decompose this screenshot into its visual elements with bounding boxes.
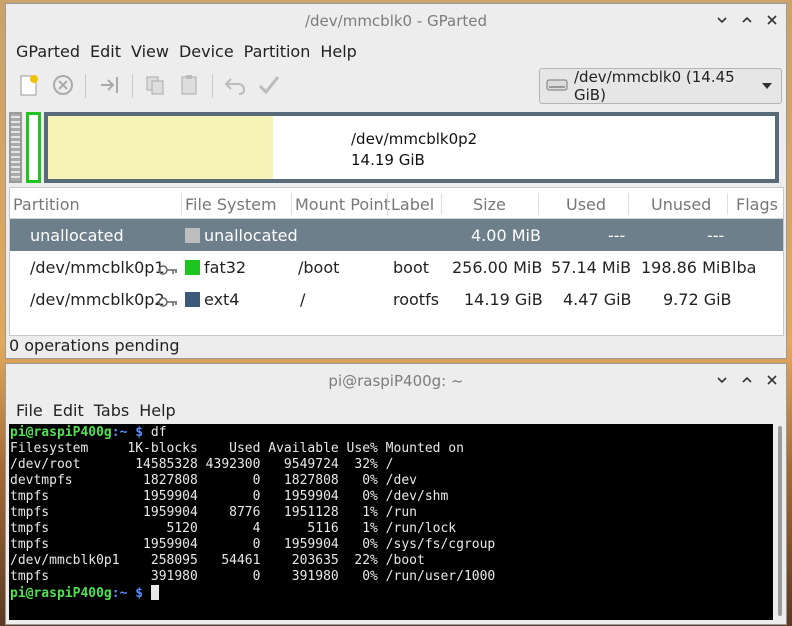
terminal-titlebar[interactable]: pi@raspiP400g: ~ (6, 364, 786, 397)
menu-partition[interactable]: Partition (239, 42, 316, 61)
maximize-icon[interactable] (741, 13, 753, 27)
terminal-line: tmpfs 1959904 0 1959904 0% /sys/fs/cgrou… (10, 537, 496, 552)
close-icon[interactable] (766, 373, 778, 387)
menu-edit[interactable]: Edit (85, 42, 126, 61)
table-row[interactable]: /dev/mmcblk0p2 ext4 / rootfs 14.19 GiB 4… (10, 283, 783, 315)
terminal-line: tmpfs 5120 4 5116 1% /run/lock (10, 521, 457, 536)
device-selector-label: /dev/mmcblk0 (14.45 GiB) (574, 68, 735, 104)
partition-table: Partition File System Mount Point Label … (9, 187, 784, 336)
row-used: --- (608, 226, 626, 245)
minimize-icon[interactable] (716, 373, 728, 387)
row-label: boot (393, 258, 430, 277)
row-unused: 9.72 GiB (663, 290, 732, 309)
key-icon (158, 293, 178, 312)
harddisk-icon (546, 76, 568, 96)
terminal-command-line: pi@raspiP400g:~ $ df (10, 425, 167, 440)
terminal-prompt-line: pi@raspiP400g:~ $ (10, 585, 773, 602)
row-partition: unallocated (30, 226, 124, 245)
menu-tabs[interactable]: Tabs (89, 401, 134, 420)
row-unused: 198.86 MiB (641, 258, 732, 277)
terminal-title: pi@raspiP400g: ~ (328, 371, 464, 390)
row-filesystem: ext4 (185, 290, 239, 309)
resize-move-icon[interactable] (97, 72, 123, 98)
terminal-menubar: File Edit Tabs Help (6, 397, 786, 424)
delete-icon[interactable] (50, 72, 76, 98)
row-size: 14.19 GiB (464, 290, 543, 309)
row-filesystem: fat32 (185, 258, 246, 277)
fs-color-swatch (185, 292, 200, 307)
diskmap-p2-size: 14.19 GiB (351, 151, 425, 169)
terminal-output[interactable]: pi@raspiP400g:~ $ df Filesystem 1K-blocks… (9, 424, 773, 620)
menu-help[interactable]: Help (315, 42, 361, 61)
gparted-titlebar[interactable]: /dev/mmcblk0 - GParted (6, 4, 786, 37)
new-partition-icon[interactable] (16, 72, 42, 98)
row-size: 4.00 MiB (471, 226, 541, 245)
menu-gparted[interactable]: GParted (11, 42, 85, 61)
row-used: 57.14 MiB (551, 258, 632, 277)
minimize-icon[interactable] (716, 13, 728, 27)
disk-graph: /dev/mmcblk0p2 14.19 GiB (9, 111, 781, 186)
diskmap-p2-name: /dev/mmcblk0p2 (351, 130, 478, 148)
menu-help[interactable]: Help (134, 401, 180, 420)
table-header: Partition File System Mount Point Label … (10, 188, 783, 219)
terminal-line: tmpfs 391980 0 391980 0% /run/user/1000 (10, 569, 496, 584)
fs-color-swatch (185, 228, 200, 243)
row-mountpoint: /boot (298, 258, 340, 277)
col-used[interactable]: Used (566, 195, 606, 214)
terminal-line: tmpfs 1959904 8776 1951128 1% /run (10, 505, 417, 520)
menu-edit[interactable]: Edit (48, 401, 89, 420)
terminal-line: Filesystem 1K-blocks Used Available Use%… (10, 441, 464, 456)
close-icon[interactable] (766, 13, 778, 27)
diskmap-partition-p2[interactable]: /dev/mmcblk0p2 14.19 GiB (44, 112, 779, 183)
undo-icon[interactable] (222, 72, 248, 98)
terminal-line: tmpfs 1959904 0 1959904 0% /dev/shm (10, 489, 449, 504)
terminal-window: pi@raspiP400g: ~ File Edit Tabs Help pi@… (5, 363, 787, 625)
menu-file[interactable]: File (11, 401, 48, 420)
diskmap-partition-p1[interactable] (26, 112, 41, 183)
row-label: rootfs (393, 290, 440, 309)
menu-device[interactable]: Device (174, 42, 239, 61)
gparted-menubar: GParted Edit View Device Partition Help (6, 37, 786, 66)
terminal-line: devtmpfs 1827808 0 1827808 0% /dev (10, 473, 417, 488)
col-filesystem[interactable]: File System (185, 195, 277, 214)
maximize-icon[interactable] (741, 373, 753, 387)
row-filesystem: unallocated (185, 226, 298, 245)
col-unused[interactable]: Unused (651, 195, 711, 214)
table-row[interactable]: unallocated unallocated 4.00 MiB --- --- (10, 219, 783, 251)
fs-color-swatch (185, 260, 200, 275)
menu-view[interactable]: View (126, 42, 174, 61)
gparted-title: /dev/mmcblk0 - GParted (304, 11, 488, 30)
diskmap-p2-used-fill (48, 116, 274, 179)
row-unused: --- (707, 226, 725, 245)
col-size[interactable]: Size (473, 195, 506, 214)
terminal-scrollbar[interactable] (775, 424, 785, 620)
row-used: 4.47 GiB (563, 290, 632, 309)
table-row[interactable]: /dev/mmcblk0p1 fat32 /boot boot 256.00 M… (10, 251, 783, 283)
col-flags[interactable]: Flags (736, 195, 778, 214)
gparted-toolbar: /dev/mmcblk0 (14.45 GiB) (6, 66, 786, 106)
diskmap-unallocated[interactable] (9, 112, 22, 183)
row-partition: /dev/mmcblk0p2 (30, 290, 165, 309)
paste-icon[interactable] (176, 72, 202, 98)
status-bar: 0 operations pending (9, 336, 180, 355)
apply-icon[interactable] (256, 72, 282, 98)
copy-icon[interactable] (142, 72, 168, 98)
device-selector[interactable]: /dev/mmcblk0 (14.45 GiB) (539, 68, 782, 104)
chevron-down-icon (762, 83, 772, 89)
col-partition[interactable]: Partition (13, 195, 80, 214)
terminal-line: /dev/root 14585328 4392300 9549724 32% / (10, 457, 394, 472)
cursor (150, 585, 159, 600)
gparted-window: /dev/mmcblk0 - GParted GParted Edit View… (5, 3, 787, 359)
col-label[interactable]: Label (391, 195, 434, 214)
key-icon (158, 261, 178, 280)
row-partition: /dev/mmcblk0p1 (30, 258, 165, 277)
row-size: 256.00 MiB (452, 258, 543, 277)
col-mountpoint[interactable]: Mount Point (295, 195, 390, 214)
terminal-line: /dev/mmcblk0p1 258095 54461 203635 22% /… (10, 553, 425, 568)
row-flags: lba (732, 258, 757, 277)
row-mountpoint: / (300, 290, 306, 309)
